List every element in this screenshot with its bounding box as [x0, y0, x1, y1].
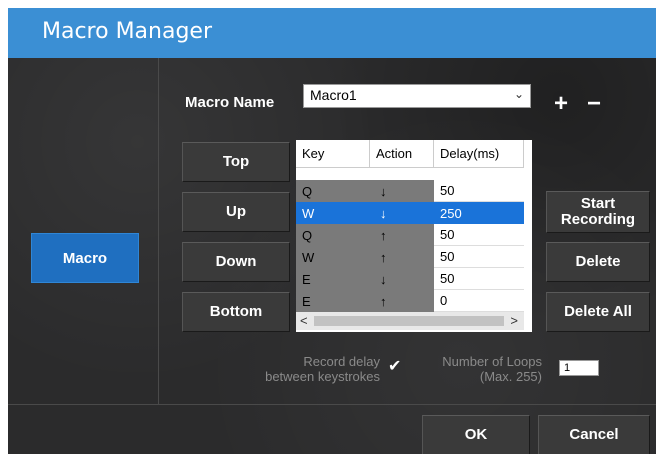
delete-button[interactable]: Delete: [546, 242, 650, 282]
row-key: W: [296, 202, 370, 224]
scrollbar-thumb[interactable]: [314, 316, 504, 326]
row-action: ↑: [370, 224, 434, 246]
scroll-right-arrow-icon[interactable]: >: [510, 313, 518, 328]
row-action: ↑: [370, 290, 434, 312]
chevron-down-icon: ⌄: [513, 87, 524, 101]
row-delay[interactable]: 50: [434, 180, 524, 202]
move-up-button[interactable]: Up: [182, 192, 290, 232]
move-top-button[interactable]: Top: [182, 142, 290, 182]
title-bar: Macro Manager: [8, 8, 656, 58]
remove-macro-button[interactable]: −: [587, 90, 601, 118]
footer-divider: [8, 404, 656, 405]
row-delay[interactable]: 250: [434, 202, 524, 224]
column-header-action: Action: [370, 140, 434, 168]
row-action: ↑: [370, 246, 434, 268]
delete-all-button[interactable]: Delete All: [546, 292, 650, 332]
table-row[interactable]: Q ↓ 50: [296, 180, 524, 202]
sidebar: Macro: [8, 58, 159, 404]
macro-manager-window: Macro Manager Macro Macro Name Macro1 ⌄ …: [8, 8, 656, 454]
start-recording-button[interactable]: Start Recording: [546, 191, 650, 233]
number-of-loops-label: Number of Loops (Max. 255): [442, 354, 542, 384]
row-action: ↓: [370, 202, 434, 224]
row-delay[interactable]: 0: [434, 290, 524, 312]
row-action: ↓: [370, 180, 434, 202]
table-row[interactable]: Q ↑ 50: [296, 224, 524, 246]
table-row-selected[interactable]: W ↓ 250: [296, 202, 524, 224]
row-key: E: [296, 290, 370, 312]
row-key: E: [296, 268, 370, 290]
macro-events-table: Key Action Delay(ms) Q ↓ 50 W ↓ 250 Q ↑ …: [296, 140, 532, 332]
row-delay[interactable]: 50: [434, 268, 524, 290]
scroll-left-arrow-icon[interactable]: <: [300, 313, 308, 328]
sidebar-item-macro[interactable]: Macro: [31, 233, 139, 283]
record-delay-label: Record delay between keystrokes: [265, 354, 380, 384]
row-delay[interactable]: 50: [434, 224, 524, 246]
macro-name-label: Macro Name: [185, 94, 275, 111]
row-key: W: [296, 246, 370, 268]
macro-name-value: Macro1: [310, 87, 357, 103]
move-down-button[interactable]: Down: [182, 242, 290, 282]
window-title: Macro Manager: [42, 19, 213, 44]
cancel-button[interactable]: Cancel: [538, 415, 650, 454]
ok-button[interactable]: OK: [422, 415, 530, 454]
row-key: Q: [296, 180, 370, 202]
column-header-key: Key: [296, 140, 370, 168]
macro-name-select[interactable]: Macro1 ⌄: [303, 84, 531, 108]
move-bottom-button[interactable]: Bottom: [182, 292, 290, 332]
start-recording-line2: Recording: [560, 211, 636, 228]
table-row[interactable]: E ↑ 0: [296, 290, 524, 312]
column-header-delay: Delay(ms): [434, 140, 524, 168]
record-delay-checkbox[interactable]: ✔: [388, 359, 404, 375]
table-row[interactable]: E ↓ 50: [296, 268, 524, 290]
row-key: Q: [296, 224, 370, 246]
table-row[interactable]: W ↑ 50: [296, 246, 524, 268]
horizontal-scrollbar[interactable]: < >: [296, 312, 524, 330]
number-of-loops-input[interactable]: 1: [559, 360, 599, 376]
add-macro-button[interactable]: +: [554, 90, 568, 118]
row-action: ↓: [370, 268, 434, 290]
start-recording-line1: Start: [580, 195, 616, 212]
row-delay[interactable]: 50: [434, 246, 524, 268]
